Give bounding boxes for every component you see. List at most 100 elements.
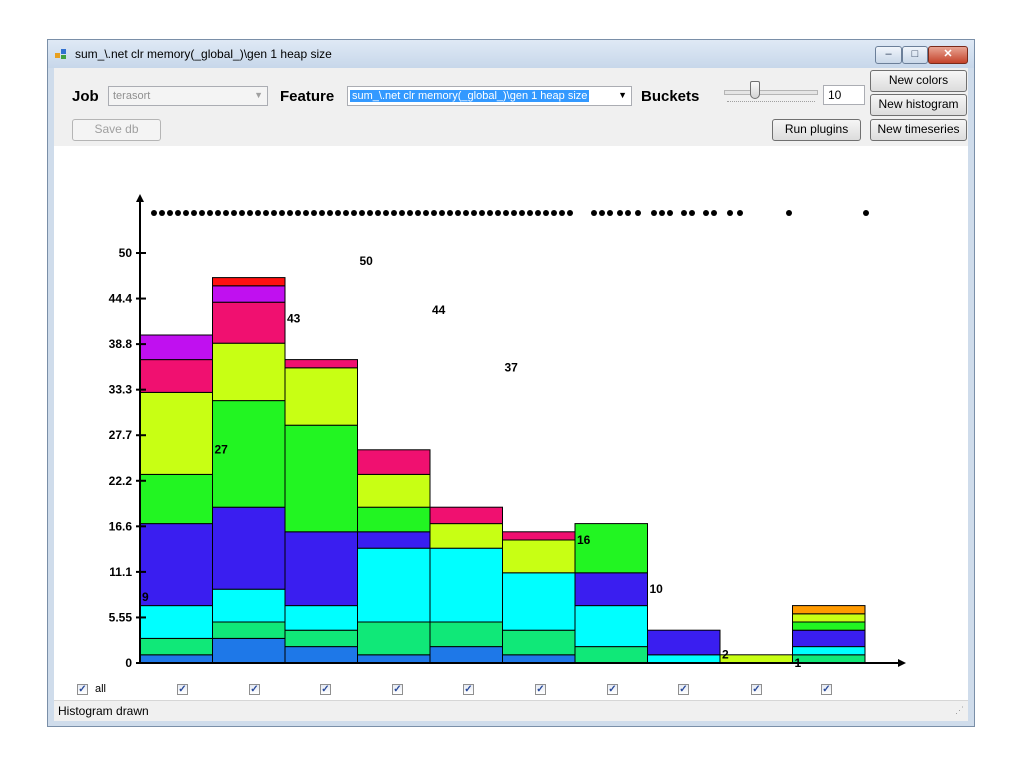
data-point <box>279 210 285 216</box>
new-histogram-button[interactable]: New histogram <box>870 94 967 116</box>
buckets-slider-thumb[interactable] <box>750 81 760 99</box>
data-point <box>335 210 341 216</box>
data-point <box>263 210 269 216</box>
data-point <box>271 210 277 216</box>
close-icon[interactable]: ✕ <box>928 46 968 64</box>
y-tick-label: 16.6 <box>109 519 133 533</box>
data-point <box>399 210 405 216</box>
job-label: Job <box>72 88 99 105</box>
bar-segment <box>647 654 721 664</box>
new-colors-button[interactable]: New colors <box>870 70 967 92</box>
feature-label: Feature <box>280 88 335 105</box>
bar-segment <box>792 605 866 615</box>
data-point <box>737 210 743 216</box>
bar-segment <box>792 654 866 664</box>
minimize-icon[interactable]: – <box>875 46 902 64</box>
data-point <box>439 210 445 216</box>
data-point <box>215 210 221 216</box>
data-point <box>607 210 613 216</box>
bar-segment <box>574 605 648 648</box>
data-point <box>625 210 631 216</box>
data-point <box>295 210 301 216</box>
checkbox-series-9[interactable]: ✓ <box>751 684 762 695</box>
data-point <box>367 210 373 216</box>
bar-segment <box>284 531 358 607</box>
bar-segment <box>357 473 431 508</box>
checkbox-series-1[interactable]: ✓ <box>177 684 188 695</box>
bar-segment <box>284 367 358 426</box>
bar-segment <box>212 506 286 590</box>
resize-grip-icon[interactable]: ⋰ <box>955 705 964 716</box>
data-point <box>786 210 792 216</box>
data-point <box>327 210 333 216</box>
y-tick-label: 38.8 <box>109 337 133 351</box>
job-combo[interactable]: terasort ▼ <box>108 86 268 106</box>
y-tick-label: 5.55 <box>109 610 133 624</box>
y-tick-label: 33.3 <box>109 383 133 397</box>
checkbox-series-10[interactable]: ✓ <box>821 684 832 695</box>
bar-total-label: 37 <box>505 361 519 375</box>
run-plugins-button[interactable]: Run plugins <box>772 119 861 141</box>
x-axis-arrow <box>898 659 906 667</box>
bar-total-label: 43 <box>287 311 301 325</box>
checkbox-series-5[interactable]: ✓ <box>463 684 474 695</box>
buckets-slider-track[interactable] <box>724 90 818 95</box>
bar-segment <box>719 654 793 664</box>
data-point <box>591 210 597 216</box>
save-db-button[interactable]: Save db <box>72 119 161 141</box>
data-point <box>681 210 687 216</box>
data-point <box>519 210 525 216</box>
bar-segment <box>139 391 213 475</box>
data-point <box>247 210 253 216</box>
checkbox-series-4[interactable]: ✓ <box>392 684 403 695</box>
bar-segment <box>212 285 286 303</box>
checkbox-series-2[interactable]: ✓ <box>249 684 260 695</box>
data-point <box>447 210 453 216</box>
checkbox-series-7[interactable]: ✓ <box>607 684 618 695</box>
data-point <box>567 210 573 216</box>
checkbox-all[interactable]: ✓ <box>77 684 88 695</box>
checkbox-series-3[interactable]: ✓ <box>320 684 331 695</box>
data-point <box>543 210 549 216</box>
data-point <box>343 210 349 216</box>
data-point <box>511 210 517 216</box>
buckets-input[interactable]: 10 <box>823 85 865 105</box>
checkbox-series-6[interactable]: ✓ <box>535 684 546 695</box>
chevron-down-icon: ▼ <box>618 90 627 100</box>
feature-value: sum_\.net clr memory(_global_)\gen 1 hea… <box>350 90 590 102</box>
y-tick-label: 27.7 <box>109 428 133 442</box>
histogram-chart: 05.5511.116.622.227.733.338.844.4504.28G… <box>109 194 906 685</box>
bar-segment <box>139 605 213 639</box>
bar-segment <box>139 334 213 361</box>
slider-ticks <box>727 101 815 106</box>
bar-segment <box>284 646 358 664</box>
data-point <box>863 210 869 216</box>
data-point <box>391 210 397 216</box>
data-point <box>599 210 605 216</box>
y-tick-label: 0 <box>125 656 132 670</box>
y-axis-arrow <box>136 194 144 202</box>
data-point <box>487 210 493 216</box>
client-area: Job terasort ▼ Feature sum_\.net clr mem… <box>54 68 968 721</box>
bar-segment <box>284 424 358 533</box>
bar-segment <box>212 621 286 639</box>
bar-segment <box>357 531 431 549</box>
feature-combo[interactable]: sum_\.net clr memory(_global_)\gen 1 hea… <box>347 86 632 106</box>
bar-segment <box>502 629 576 656</box>
bar-segment <box>357 449 431 475</box>
data-point <box>617 210 623 216</box>
bar-segment <box>284 629 358 648</box>
data-point <box>659 210 665 216</box>
bar-total-label: 2 <box>722 648 729 662</box>
title-bar: sum_\.net clr memory(_global_)\gen 1 hea… <box>48 40 974 68</box>
checkbox-series-8[interactable]: ✓ <box>678 684 689 695</box>
maximize-icon[interactable]: □ <box>902 46 928 64</box>
bar-segment <box>502 654 576 664</box>
data-point <box>727 210 733 216</box>
new-timeseries-button[interactable]: New timeseries <box>870 119 967 141</box>
bar-segment <box>357 506 431 533</box>
bar-total-label: 50 <box>360 254 374 268</box>
bar-segment <box>139 654 213 664</box>
bar-segment <box>429 646 503 664</box>
data-point <box>199 210 205 216</box>
